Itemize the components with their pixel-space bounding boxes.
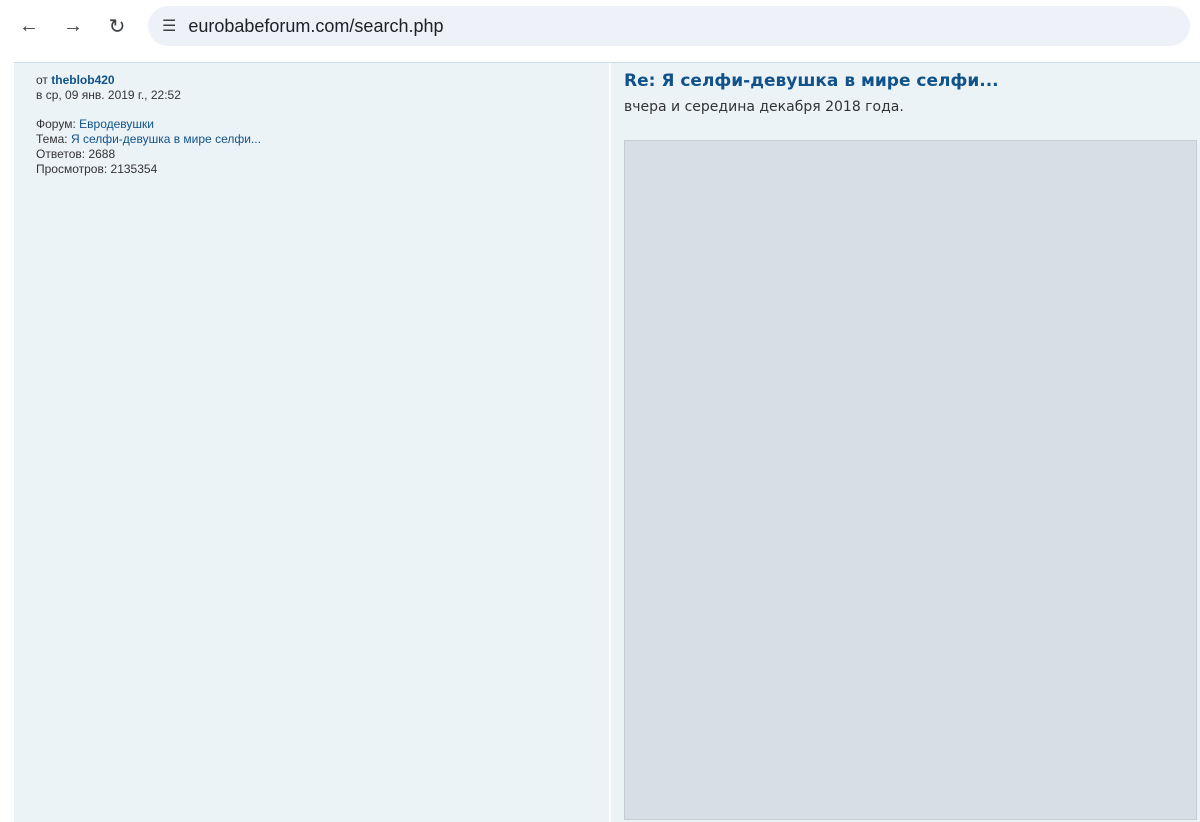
forward-button[interactable]: → [54, 7, 92, 45]
author-link[interactable]: theblob420 [51, 73, 114, 87]
arrow-right-icon: → [63, 14, 83, 37]
reload-button[interactable]: ↻ [98, 7, 136, 45]
arrow-left-icon: ← [19, 14, 39, 37]
reload-icon: ↻ [108, 15, 126, 38]
tune-icon[interactable]: ☰ [162, 16, 176, 36]
author-prefix: от [36, 73, 48, 87]
forum-label: Форум: [36, 117, 76, 131]
post-content: Re: Я селфи-девушка в мире селфи... вчер… [611, 63, 1200, 822]
browser-toolbar: ← → ↻ ☰ eurobabeforum.com/search.php [0, 0, 1200, 52]
post-title[interactable]: Re: Я селфи-девушка в мире селфи... [624, 71, 1200, 91]
forum-link[interactable]: Евродевушки [79, 117, 154, 131]
url-text[interactable]: eurobabeforum.com/search.php [188, 16, 443, 37]
photo-placeholder [624, 140, 1197, 820]
back-button[interactable]: ← [10, 7, 48, 45]
post-text: вчера и середина декабря 2018 года. [624, 99, 904, 115]
address-bar[interactable]: ☰ eurobabeforum.com/search.php [148, 6, 1190, 46]
topic-link[interactable]: Я селфи-девушка в мире селфи... [71, 132, 261, 146]
views-count: 2135354 [110, 162, 158, 176]
topic-label: Тема: [36, 132, 68, 146]
post-date: в ср, 09 янв. 2019 г., 22:52 [36, 88, 181, 102]
forum-page: от theblob420 в ср, 09 янв. 2019 г., 22:… [14, 62, 1200, 822]
views-label: Просмотров: [36, 162, 108, 176]
replies-label: Ответов: [36, 147, 86, 161]
post-meta: от theblob420 в ср, 09 янв. 2019 г., 22:… [14, 63, 611, 822]
search-result-post: от theblob420 в ср, 09 янв. 2019 г., 22:… [14, 63, 1200, 822]
replies-count: 2688 [88, 147, 116, 161]
